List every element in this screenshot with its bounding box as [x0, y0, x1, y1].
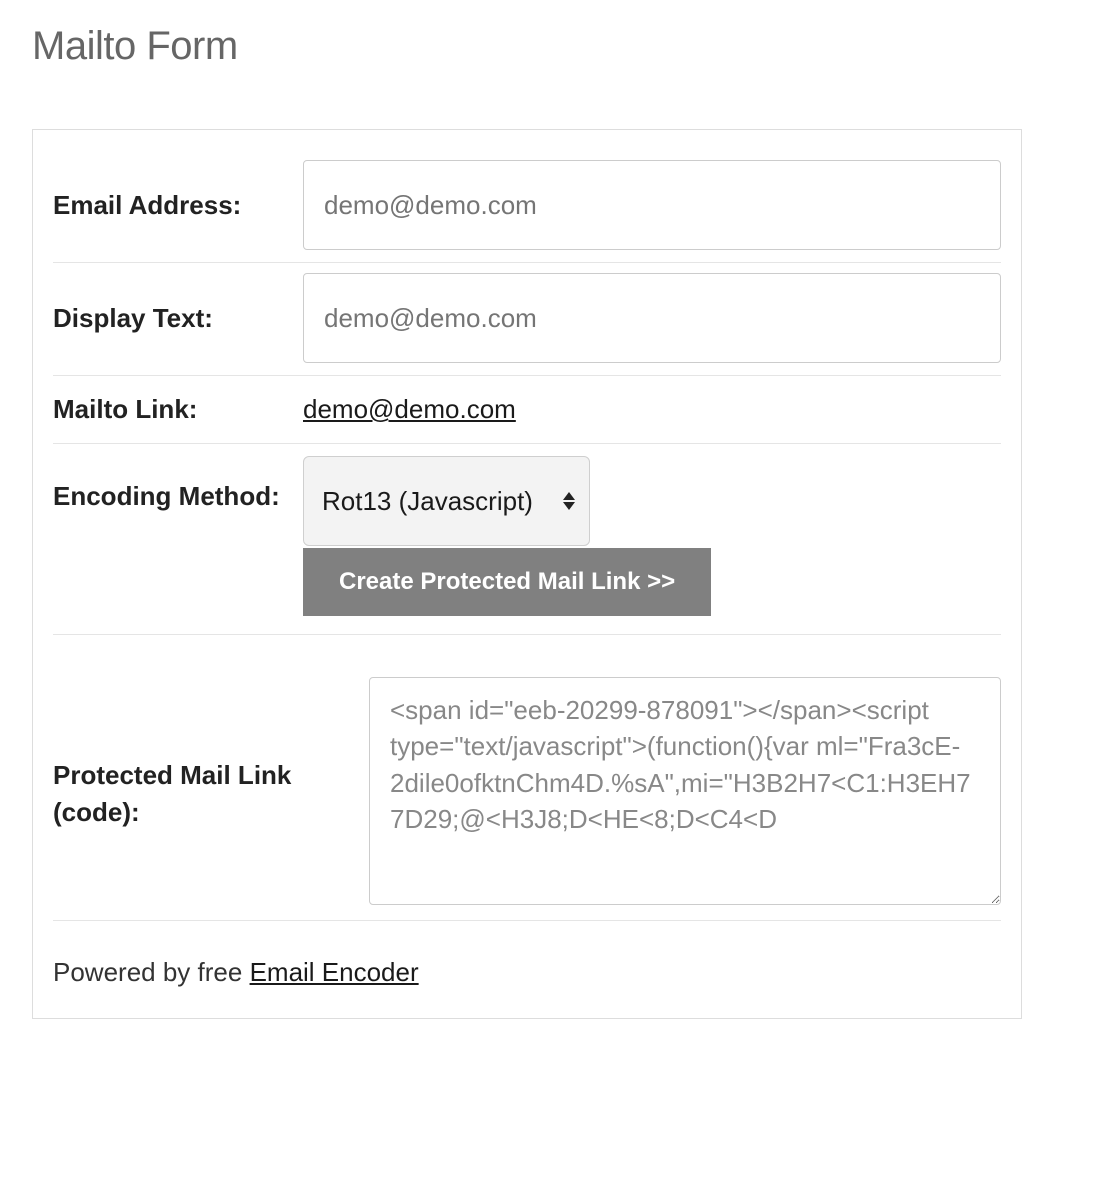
select-arrows-icon [563, 492, 575, 510]
email-row: Email Address: [53, 150, 1001, 263]
create-protected-link-button[interactable]: Create Protected Mail Link >> [303, 548, 711, 616]
mailto-form-card: Email Address: Display Text: Mailto Link… [32, 129, 1022, 1019]
encoding-row: Encoding Method: Rot13 (Javascript) Crea… [53, 444, 1001, 635]
email-label: Email Address: [53, 190, 303, 221]
protected-code-row: Protected Mail Link (code): <span id="ee… [53, 635, 1001, 921]
display-text-label: Display Text: [53, 303, 303, 334]
footer-text: Powered by free [53, 957, 250, 987]
mailto-link-label: Mailto Link: [53, 394, 303, 425]
footer: Powered by free Email Encoder [53, 921, 1001, 988]
encoding-select-value: Rot13 (Javascript) [322, 486, 571, 517]
display-text-row: Display Text: [53, 263, 1001, 376]
protected-code-textarea[interactable]: <span id="eeb-20299-878091"></span><scri… [369, 677, 1001, 905]
mailto-link[interactable]: demo@demo.com [303, 394, 516, 424]
mailto-link-row: Mailto Link: demo@demo.com [53, 376, 1001, 444]
protected-code-label: Protected Mail Link (code): [53, 757, 369, 830]
encoding-select[interactable]: Rot13 (Javascript) [303, 456, 590, 546]
page-title: Mailto Form [32, 24, 1086, 69]
encoding-label: Encoding Method: [53, 456, 303, 514]
email-encoder-link[interactable]: Email Encoder [250, 957, 419, 987]
display-text-input[interactable] [303, 273, 1001, 363]
email-input[interactable] [303, 160, 1001, 250]
